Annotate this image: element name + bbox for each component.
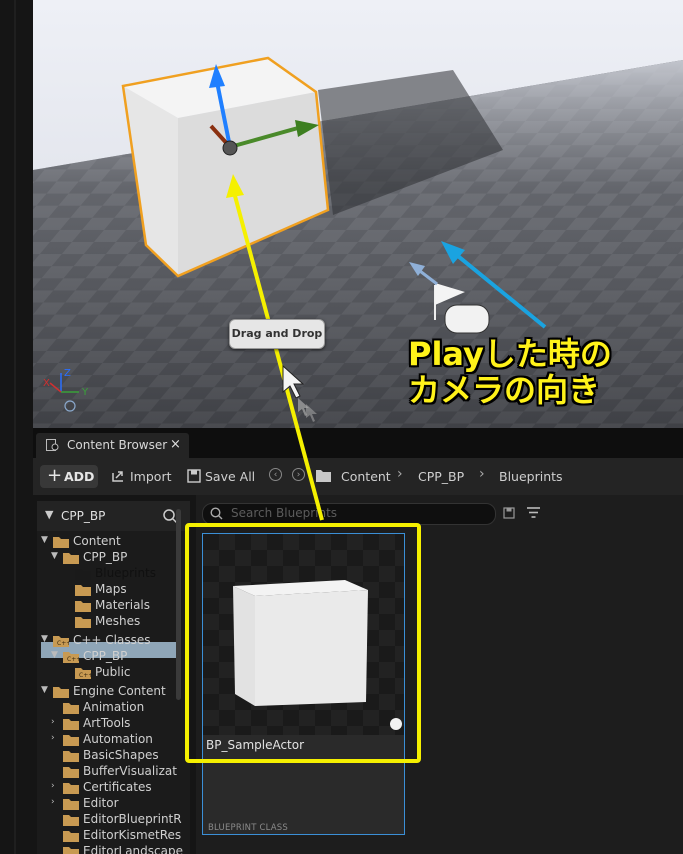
tree-item-label: Maps [95,582,127,596]
tab-bar: Content Browser × [33,428,683,458]
tree-item-label: BufferVisualizat [83,764,177,778]
dock-divider [14,0,16,854]
annotation-line-2: カメラの向き [408,371,601,409]
content-browser-toolbar: + ADD Import Save All ‹ › Content › CPP_… [33,458,683,495]
forward-icon[interactable]: › [292,468,305,481]
sources-tree: ▼ CPP_BP ▼ Content ▼ CPP_BP Blueprints Maps Ma… [37,501,190,854]
folder-icon [63,553,79,564]
folder-icon [63,847,79,854]
back-icon[interactable]: ‹ [269,468,282,481]
highlight-box [185,523,421,763]
breadcrumb-separator: › [397,466,403,482]
breadcrumb-separator: › [479,466,485,482]
svg-text:X: X [43,378,50,389]
tree-scrollbar[interactable] [176,509,181,854]
close-tab-icon[interactable]: × [170,437,181,452]
chevron-down-icon[interactable]: ▼ [51,551,58,561]
folder-icon [63,815,79,826]
search-input[interactable]: Search Blueprints [202,503,496,525]
tree-item-label: Certificates [83,780,152,794]
chevron-right-icon[interactable]: › [51,797,55,807]
tree-item-label: Materials [95,598,151,612]
folder-icon [53,687,69,698]
svg-text:C++: C++ [57,640,69,647]
folder-icon [63,831,79,842]
folder-icon [63,799,79,810]
drag-and-drop-tooltip: Drag and Drop [229,319,325,349]
breadcrumb-blueprints[interactable]: Blueprints [499,469,563,484]
chevron-down-icon[interactable]: ▼ [45,508,53,521]
search-placeholder: Search Blueprints [231,506,338,520]
sources-header[interactable]: ▼ CPP_BP [37,501,190,531]
svg-text:C++: C++ [79,672,91,679]
tooltip-text: Drag and Drop [231,327,323,340]
folder-icon [53,537,69,548]
filter-icon[interactable] [526,506,542,520]
breadcrumb-cpp-bp[interactable]: CPP_BP [418,469,464,484]
tree-item-label: Blueprints [95,566,157,580]
left-dock-strip [0,0,33,854]
tree-item-label: Engine Content [73,684,166,698]
chevron-right-icon[interactable]: › [51,733,55,743]
chevron-right-icon[interactable]: › [51,717,55,727]
chevron-right-icon[interactable]: › [51,781,55,791]
tab-content-browser[interactable]: Content Browser × [36,433,189,458]
tree-item-label: BasicShapes [83,748,159,762]
folder-icon [63,719,79,730]
cpp-folder-icon: C++ [75,668,91,679]
tree-item-label: EditorKismetRes [83,828,182,842]
tree-item-label: Animation [83,700,145,714]
tab-label: Content Browser [67,438,168,452]
tree-item-label: EditorBlueprintR [83,812,182,826]
save-search-icon[interactable] [503,507,516,520]
folder-icon [75,617,91,628]
scrollbar-thumb[interactable] [176,509,181,700]
folder-icon [63,783,79,794]
cpp-folder-icon: C++ [63,652,79,663]
search-icon [210,507,223,520]
content-browser-icon [46,439,59,451]
asset-class: BLUEPRINT CLASS [208,823,288,833]
tree-item-label: Editor [83,796,119,810]
folder-icon [63,735,79,746]
tree-item-label: Public [95,665,131,679]
tree-item-label: Meshes [95,614,141,628]
folder-icon [63,767,79,778]
tree-item-label: C++ Classes [73,633,151,647]
folder-icon [63,703,79,714]
import-button[interactable]: Import [130,469,172,484]
svg-text:Z: Z [64,368,71,379]
save-all-button[interactable]: Save All [205,469,255,484]
breadcrumb-content[interactable]: Content [341,469,391,484]
folder-icon [75,601,91,612]
add-button-label: ADD [64,469,95,484]
chevron-down-icon[interactable]: ▼ [41,634,48,644]
cpp-folder-icon: C++ [53,636,69,647]
tree-item-label: Content [73,534,121,548]
folder-icon [63,751,79,762]
sources-title: CPP_BP [61,509,106,523]
folder-icon [316,470,331,482]
tree-item-label: CPP_BP [83,550,128,564]
folder-icon [75,585,91,596]
svg-text:Y: Y [81,387,89,398]
import-icon [112,471,123,482]
tree-item-label: CPP_BP [83,649,128,663]
chevron-down-icon[interactable]: ▼ [41,535,48,545]
tree-item-label: EditorLandscape [83,844,183,854]
chevron-down-icon[interactable]: ▼ [41,685,48,695]
tree-item-label: ArtTools [83,716,131,730]
plus-icon: + [47,465,63,486]
tree-item-label: Automation [83,732,153,746]
svg-text:C++: C++ [67,656,79,663]
folder-icon [75,569,91,580]
chevron-down-icon[interactable]: ▼ [51,650,58,660]
add-button[interactable]: + ADD [40,465,98,488]
save-icon [187,469,201,483]
